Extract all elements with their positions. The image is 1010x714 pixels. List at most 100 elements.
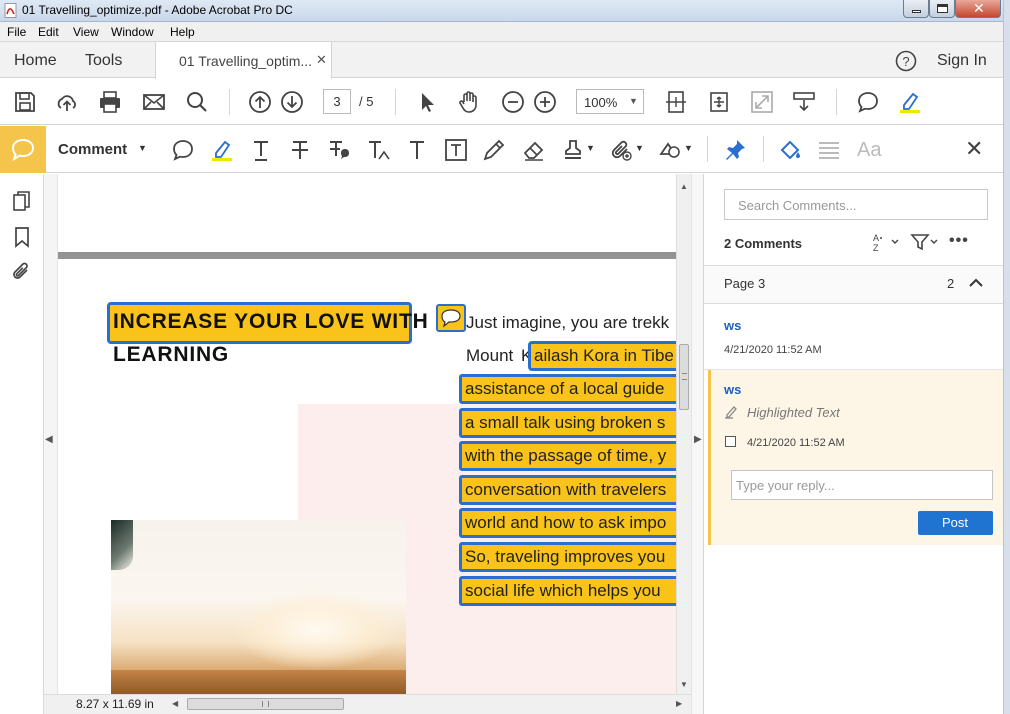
- pin-icon[interactable]: [723, 138, 747, 162]
- search-icon[interactable]: [185, 90, 209, 114]
- highlighted-line[interactable]: with the passage of time, y: [459, 441, 676, 471]
- email-icon[interactable]: [142, 90, 166, 114]
- zoom-out-icon[interactable]: [501, 90, 525, 114]
- add-text-icon[interactable]: [405, 138, 429, 162]
- filter-icon[interactable]: [910, 233, 938, 251]
- nav-tools[interactable]: Tools: [85, 52, 122, 70]
- page-group-header[interactable]: Page 3 2: [704, 266, 1003, 304]
- upload-cloud-icon[interactable]: [55, 90, 79, 114]
- post-button[interactable]: Post: [918, 511, 993, 535]
- selected-comment-item[interactable]: ws Highlighted Text 4/21/2020 11:52 AM T…: [708, 370, 1003, 545]
- scroll-left-icon[interactable]: ◀: [172, 699, 178, 708]
- sticky-note-icon[interactable]: [171, 138, 195, 162]
- caret-down-icon[interactable]: ▼: [586, 143, 595, 153]
- more-options-icon[interactable]: •••: [949, 232, 969, 250]
- attach-file-icon[interactable]: [609, 138, 633, 162]
- rotate-view-icon[interactable]: [707, 90, 731, 114]
- comment-bubble-icon[interactable]: [856, 90, 880, 114]
- highlighted-line[interactable]: a small talk using broken s: [459, 408, 676, 438]
- highlight-text-icon[interactable]: [210, 138, 234, 162]
- highlighted-line-text: ailash Kora in Tibe: [534, 346, 674, 365]
- scroll-up-icon[interactable]: ▲: [680, 182, 688, 191]
- attachment-icon[interactable]: [11, 261, 33, 283]
- close-comment-tool-icon[interactable]: ✕: [965, 136, 983, 162]
- toolbar-separator: [836, 89, 837, 115]
- vertical-scrollbar[interactable]: ▲ ▼: [676, 174, 691, 694]
- sort-icon[interactable]: A Z: [872, 232, 900, 252]
- highlighted-line[interactable]: conversation with travelers: [459, 475, 676, 505]
- scroll-down-icon[interactable]: ▼: [680, 680, 688, 689]
- collapse-right-panel-icon[interactable]: ▶: [694, 434, 702, 445]
- help-icon[interactable]: ?: [895, 50, 917, 72]
- heading-line-1: INCREASE YOUR LOVE WITH: [113, 310, 429, 333]
- menu-window[interactable]: Window: [111, 25, 154, 39]
- strikethrough-text-icon[interactable]: [288, 138, 312, 162]
- replace-text-icon[interactable]: [327, 138, 351, 162]
- line-style-icon[interactable]: [817, 138, 841, 162]
- eraser-icon[interactable]: [522, 138, 546, 162]
- caret-down-icon[interactable]: ▼: [635, 143, 644, 153]
- reply-input[interactable]: Type your reply...: [731, 470, 993, 500]
- comments-panel: Search Comments... 2 Comments A Z ••• Pa…: [704, 174, 1003, 714]
- caret-down-icon[interactable]: ▼: [138, 143, 147, 153]
- minimize-button[interactable]: [903, 0, 929, 18]
- select-cursor-icon[interactable]: [415, 90, 439, 114]
- page-number-input[interactable]: 3: [323, 89, 351, 114]
- close-window-button[interactable]: ✕: [955, 0, 1001, 18]
- sign-in-link[interactable]: Sign In: [937, 52, 987, 70]
- print-icon[interactable]: [98, 90, 122, 114]
- caret-down-icon[interactable]: ▼: [684, 143, 693, 153]
- nav-home[interactable]: Home: [14, 52, 57, 70]
- scroll-mode-icon[interactable]: [792, 90, 816, 114]
- highlighted-line[interactable]: social life which helps you: [459, 576, 676, 606]
- menu-edit[interactable]: Edit: [38, 25, 59, 39]
- scroll-right-icon[interactable]: ▶: [676, 699, 682, 708]
- fill-color-icon[interactable]: [778, 138, 802, 162]
- right-panel-toggle-strip[interactable]: ▶: [691, 174, 704, 714]
- chevron-up-icon[interactable]: [969, 277, 983, 287]
- expand-left-panel-icon[interactable]: ◀: [45, 434, 53, 445]
- underline-text-icon[interactable]: [249, 138, 273, 162]
- photo-dark-corner: [111, 520, 133, 570]
- previous-page-icon[interactable]: [248, 90, 272, 114]
- hand-tool-icon[interactable]: [457, 90, 481, 114]
- sticky-note-marker-icon[interactable]: [436, 304, 466, 332]
- highlighter-icon: [725, 406, 737, 419]
- insert-text-icon[interactable]: [366, 138, 390, 162]
- zoom-in-icon[interactable]: [533, 90, 557, 114]
- horizontal-scrollbar[interactable]: 8.27 x 11.69 in ◀ ▶: [44, 694, 691, 714]
- save-icon[interactable]: [13, 90, 37, 114]
- next-page-icon[interactable]: [280, 90, 304, 114]
- comment-menu-label[interactable]: Comment: [58, 141, 127, 158]
- highlighted-line[interactable]: world and how to ask impo: [459, 508, 676, 538]
- menu-help[interactable]: Help: [170, 25, 195, 39]
- vertical-scroll-thumb[interactable]: [679, 344, 689, 410]
- pdf-page: INCREASE YOUR LOVE WITH LEARNING Just im…: [58, 174, 676, 694]
- page-thumbnails-icon[interactable]: [12, 190, 32, 212]
- highlighted-line[interactable]: So, traveling improves you: [459, 542, 676, 572]
- zoom-select[interactable]: 100% ▼: [576, 89, 644, 114]
- highlighted-line[interactable]: ailash Kora in Tibe: [528, 341, 676, 371]
- maximize-button[interactable]: [929, 0, 955, 18]
- font-style-icon[interactable]: Aa: [857, 139, 881, 162]
- highlight-pen-icon[interactable]: [898, 90, 922, 114]
- left-panel-toggle-strip[interactable]: ◀: [44, 174, 58, 694]
- menu-view[interactable]: View: [73, 25, 99, 39]
- menu-file[interactable]: File: [7, 25, 26, 39]
- document-tab[interactable]: 01 Travelling_optim... ✕: [155, 42, 332, 79]
- comment-checkbox[interactable]: [725, 436, 736, 447]
- highlighted-line-text: a small talk using broken s: [465, 413, 666, 432]
- bookmark-icon[interactable]: [14, 226, 30, 248]
- search-comments-input[interactable]: Search Comments...: [724, 189, 988, 220]
- horizontal-scroll-thumb[interactable]: [187, 698, 344, 710]
- tab-close-icon[interactable]: ✕: [316, 52, 327, 68]
- full-screen-icon[interactable]: [750, 90, 774, 114]
- post-button-label: Post: [942, 515, 969, 530]
- fit-page-icon[interactable]: [664, 90, 688, 114]
- text-box-icon[interactable]: [444, 138, 468, 162]
- highlighted-line[interactable]: assistance of a local guide: [459, 374, 676, 404]
- stamp-icon[interactable]: [561, 138, 585, 162]
- comment-item[interactable]: ws 4/21/2020 11:52 AM: [704, 305, 1003, 370]
- shapes-icon[interactable]: [658, 138, 682, 162]
- pencil-icon[interactable]: [482, 138, 506, 162]
